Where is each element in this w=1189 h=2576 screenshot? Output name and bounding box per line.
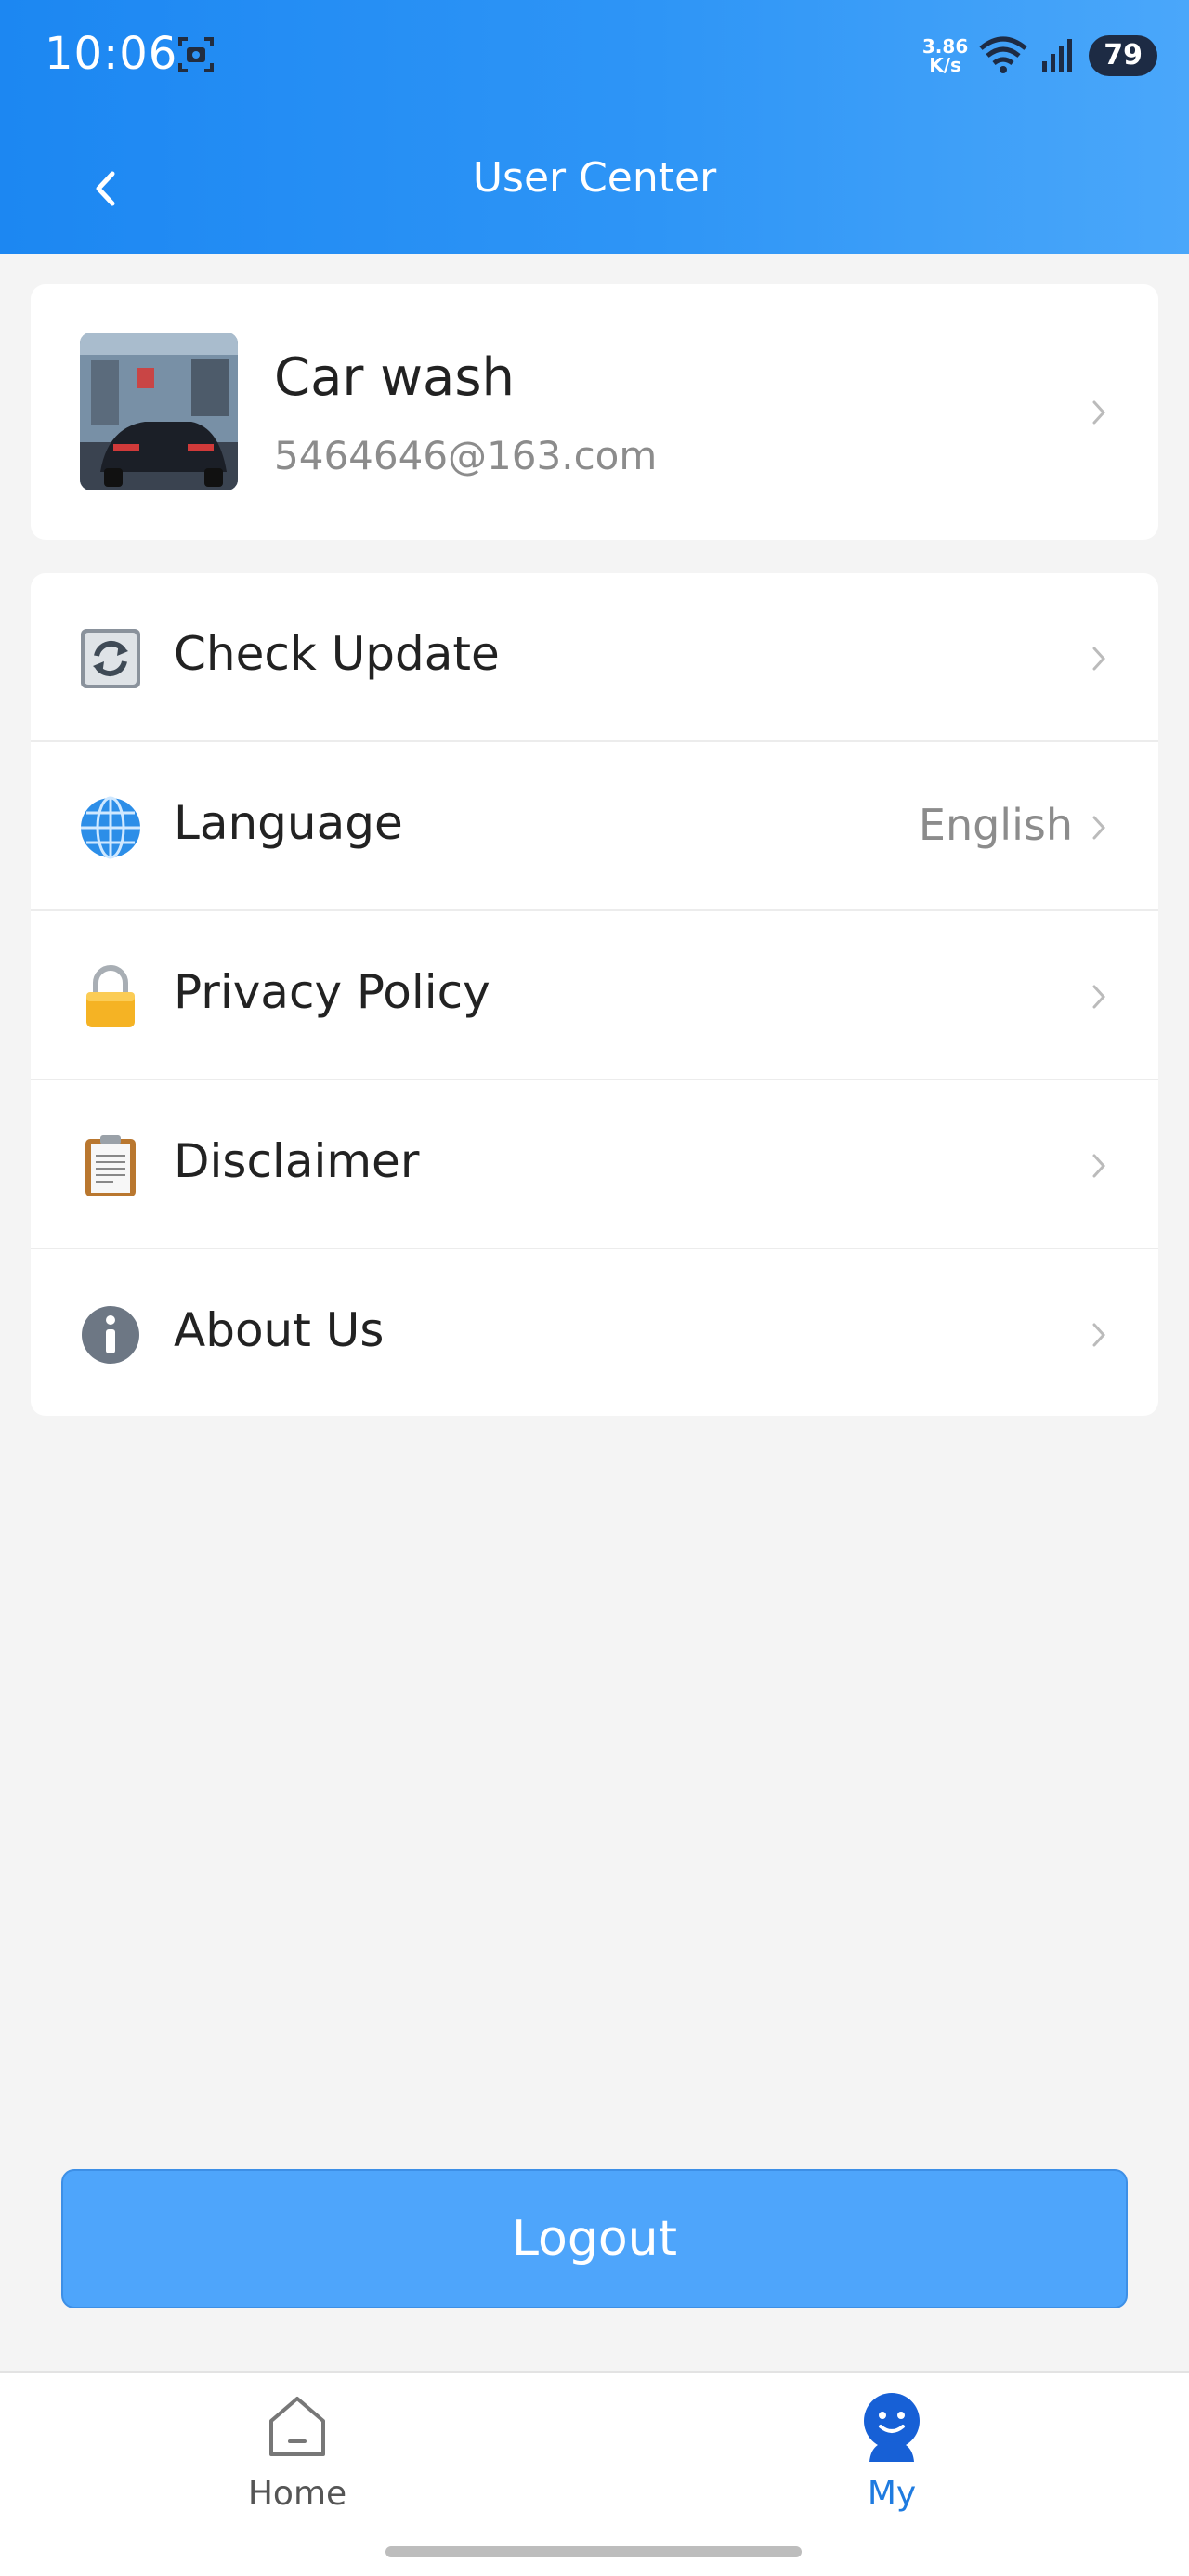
chevron-right-icon (1088, 640, 1110, 677)
refresh-icon (79, 627, 142, 690)
profile-name: Car wash (274, 347, 516, 408)
profile-card[interactable]: Car wash 5464646@163.com (31, 284, 1158, 540)
menu-item-label: Language (174, 796, 403, 850)
menu-item-label: Check Update (174, 627, 500, 681)
nav-label: Home (247, 2475, 347, 2513)
network-speed-value: 3.86 (921, 35, 969, 58)
battery-level: 79 (1089, 35, 1157, 76)
nav-item-home[interactable]: Home (186, 2389, 409, 2538)
clipboard-icon (79, 1134, 142, 1197)
menu-item-privacy-policy[interactable]: Privacy Policy (31, 911, 1158, 1080)
wifi-icon (977, 33, 1029, 78)
menu-item-check-update[interactable]: Check Update (31, 573, 1158, 742)
chevron-right-icon (1088, 809, 1110, 846)
menu-item-label: About Us (174, 1303, 385, 1357)
profile-email: 5464646@163.com (274, 433, 658, 478)
home-indicator[interactable] (385, 2546, 802, 2557)
app-header: 10:06 3.86 K/s 79 User Center (0, 0, 1189, 254)
menu-item-label: Disclaimer (174, 1134, 420, 1188)
info-icon (79, 1303, 142, 1366)
home-icon (269, 2397, 325, 2456)
menu-item-about-us[interactable]: About Us (31, 1249, 1158, 1419)
nav-item-my[interactable]: My (780, 2389, 1003, 2538)
logout-button[interactable]: Logout (61, 2169, 1128, 2308)
nav-label: My (867, 2475, 917, 2513)
menu-item-label: Privacy Policy (174, 965, 490, 1019)
globe-icon (79, 796, 142, 859)
bottom-nav: Home My (0, 2371, 1189, 2576)
language-value: English (918, 800, 1073, 850)
lock-icon (79, 965, 142, 1028)
menu-item-language[interactable]: Language English (31, 742, 1158, 911)
screen-record-icon (176, 35, 216, 74)
menu-item-disclaimer[interactable]: Disclaimer (31, 1080, 1158, 1249)
my-icon (864, 2393, 920, 2462)
chevron-right-icon (1088, 394, 1110, 431)
avatar (80, 333, 238, 490)
chevron-right-icon (1088, 1316, 1110, 1353)
signal-icon (1039, 33, 1079, 78)
network-speed: 3.86 K/s (922, 37, 968, 74)
chevron-right-icon (1088, 1147, 1110, 1184)
settings-menu: Check Update Language English Privacy Po… (31, 573, 1158, 1416)
status-time: 10:06 (45, 28, 178, 80)
status-icons: 3.86 K/s 79 (922, 32, 1157, 80)
network-speed-unit: K/s (929, 54, 961, 76)
page-title: User Center (472, 154, 717, 202)
chevron-right-icon (1088, 978, 1110, 1015)
